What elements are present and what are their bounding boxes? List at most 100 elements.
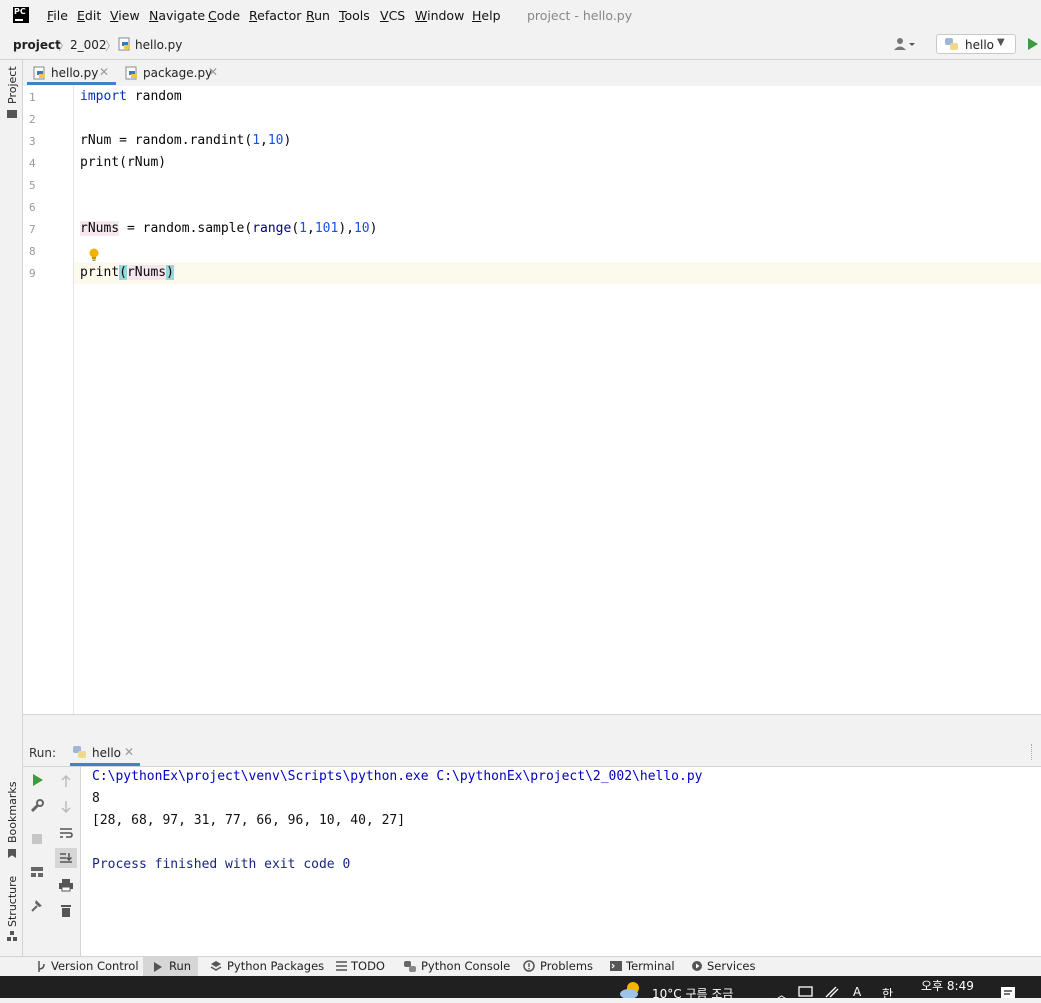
code-token: ) <box>283 133 292 148</box>
line-number: 5 <box>29 179 36 192</box>
code-token: rNums <box>126 265 167 280</box>
menu-help[interactable]: Help <box>472 8 501 23</box>
layout-icon[interactable] <box>29 864 45 880</box>
line-number: 1 <box>29 91 36 104</box>
lightbulb-icon[interactable] <box>89 248 99 262</box>
tool-python-console[interactable]: Python Console <box>421 959 510 973</box>
code-token: 1 <box>252 133 261 148</box>
run-panel-title: Run: <box>29 746 57 760</box>
pin-icon[interactable] <box>29 897 45 913</box>
active-tab-indicator <box>27 82 116 85</box>
bookmarks-tool-button[interactable]: Bookmarks <box>6 782 19 843</box>
taskbar-ime[interactable]: 한 <box>882 985 893 1002</box>
code-token: rNum = random.randint( <box>80 133 253 148</box>
menu-window[interactable]: Window <box>415 8 464 23</box>
project-tool-button[interactable]: Project <box>6 66 19 104</box>
pen-icon[interactable] <box>824 985 840 998</box>
breadcrumb-project[interactable]: project <box>13 38 61 52</box>
chevron-down-icon: ▼ <box>997 37 1005 48</box>
code-line: import random <box>80 89 182 104</box>
run-icon <box>154 962 162 972</box>
version-control-icon <box>38 961 45 972</box>
down-arrow-icon[interactable] <box>58 799 74 815</box>
tool-todo[interactable]: TODO <box>351 959 385 973</box>
stop-icon[interactable] <box>32 834 42 844</box>
taskbar-clock[interactable]: 오후 8:49 <box>921 977 974 994</box>
line-number: 7 <box>29 223 36 236</box>
notification-icon[interactable] <box>1000 986 1016 998</box>
code-token: 10 <box>267 133 284 148</box>
line-number: 2 <box>29 113 36 126</box>
tab-label: hello.py <box>51 66 99 80</box>
rerun-icon[interactable] <box>33 774 43 786</box>
menu-run[interactable]: Run <box>306 8 330 23</box>
line-number: 3 <box>29 135 36 148</box>
logo-text: PC <box>14 7 26 16</box>
code-line: rNums = random.sample(range(1,101),10) <box>80 221 377 236</box>
todo-list-icon <box>336 961 347 971</box>
terminal-icon <box>610 961 622 971</box>
up-arrow-icon[interactable] <box>58 773 74 789</box>
code-line: print(rNum) <box>80 155 167 170</box>
chevron-up-icon[interactable]: ︿ <box>775 984 788 1003</box>
menu-file[interactable]: File <box>47 8 68 23</box>
structure-icon <box>7 931 17 941</box>
code-line: rNum = random.randint(1,10) <box>80 133 291 148</box>
run-panel-header <box>23 740 1041 767</box>
line-number: 8 <box>29 245 36 258</box>
close-icon[interactable]: ✕ <box>99 65 109 79</box>
code-token: 101 <box>314 221 339 236</box>
breadcrumb-folder[interactable]: 2_002 <box>70 38 107 52</box>
tool-run[interactable]: Run <box>169 959 191 973</box>
menu-code[interactable]: Code <box>208 8 240 23</box>
network-icon[interactable] <box>798 986 814 998</box>
run-configuration-label: hello <box>965 38 994 52</box>
menu-edit[interactable]: Edit <box>77 8 101 23</box>
resize-grip-icon[interactable] <box>1031 744 1035 760</box>
weather-icon <box>620 982 639 998</box>
menu-view[interactable]: View <box>110 8 140 23</box>
python-file-icon <box>125 66 137 80</box>
packages-icon <box>210 961 222 971</box>
panel-splitter[interactable] <box>23 714 1041 741</box>
user-account-icon[interactable] <box>893 37 915 51</box>
current-line-highlight <box>23 262 1041 284</box>
scroll-to-end-icon <box>60 853 73 863</box>
breadcrumb-separator-icon: 〉 <box>58 39 71 53</box>
soft-wrap-icon[interactable] <box>58 825 74 841</box>
code-token: = random.sample( <box>119 221 253 236</box>
trash-icon[interactable] <box>58 902 74 918</box>
menu-tools[interactable]: Tools <box>339 8 370 23</box>
code-token: ), <box>338 221 354 236</box>
structure-tool-button[interactable]: Structure <box>6 876 19 927</box>
run-icon[interactable] <box>1028 38 1038 50</box>
line-number: 6 <box>29 201 36 214</box>
tool-python-packages[interactable]: Python Packages <box>227 959 324 973</box>
menu-navigate[interactable]: Navigate <box>149 8 205 23</box>
print-icon[interactable] <box>58 877 74 893</box>
code-token: , <box>260 133 268 148</box>
breadcrumb-file[interactable]: hello.py <box>135 38 182 52</box>
code-token: ) <box>369 221 378 236</box>
problems-icon <box>523 960 535 972</box>
code-editor[interactable] <box>23 86 1041 714</box>
menu-vcs[interactable]: VCS <box>380 8 405 23</box>
run-tab-label[interactable]: hello <box>92 746 121 760</box>
tool-terminal[interactable]: Terminal <box>626 959 675 973</box>
close-icon[interactable]: ✕ <box>208 65 218 79</box>
python-file-icon <box>118 37 130 51</box>
wrench-icon[interactable] <box>29 798 45 814</box>
code-token: , <box>307 221 315 236</box>
menu-refactor[interactable]: Refactor <box>249 8 301 23</box>
breadcrumb-separator-icon: 〉 <box>105 39 118 53</box>
tool-problems[interactable]: Problems <box>540 959 593 973</box>
taskbar-font-indicator[interactable]: A <box>853 985 861 999</box>
line-number: 9 <box>29 267 36 280</box>
close-icon[interactable]: ✕ <box>124 745 134 759</box>
tool-services[interactable]: Services <box>707 959 756 973</box>
window-title: project - hello.py <box>527 8 633 23</box>
active-tab-indicator <box>70 763 140 766</box>
tool-version-control[interactable]: Version Control <box>51 959 139 973</box>
taskbar-weather[interactable]: 10°C 구름 조금 <box>652 985 733 1002</box>
code-token: random <box>126 89 182 104</box>
